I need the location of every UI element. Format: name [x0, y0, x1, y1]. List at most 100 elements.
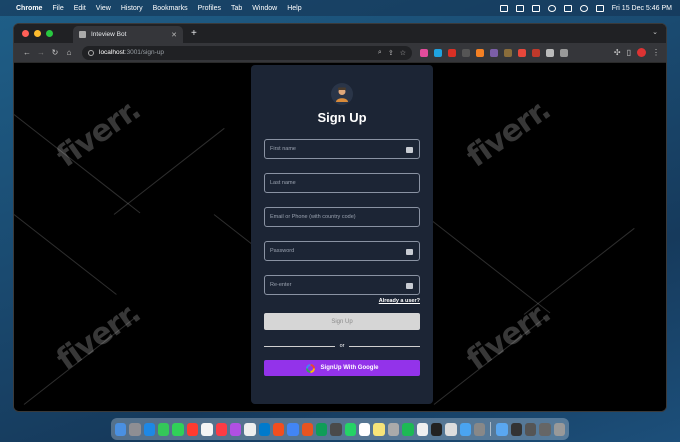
extension-icon[interactable] [560, 48, 568, 57]
calendar-icon[interactable] [186, 422, 199, 436]
downloads-folder-icon[interactable] [496, 422, 508, 436]
signup-button[interactable]: Sign Up [264, 313, 420, 330]
menu-help[interactable]: Help [287, 5, 301, 12]
back-button[interactable]: ← [20, 48, 34, 57]
email-phone-field[interactable] [264, 207, 420, 227]
side-panel-icon[interactable]: ▯ [627, 48, 631, 57]
extension-icon[interactable] [462, 48, 470, 57]
launchpad-icon[interactable] [129, 422, 141, 436]
first-name-field[interactable] [264, 139, 420, 159]
extension-icon[interactable] [434, 48, 442, 57]
browser-menu-icon[interactable]: ⋮ [652, 48, 660, 57]
maximize-window-button[interactable] [46, 30, 53, 37]
extension-icon[interactable] [490, 48, 498, 57]
control-center-icon[interactable] [595, 4, 604, 12]
recent-window-icon[interactable] [539, 422, 551, 436]
menu-window[interactable]: Window [252, 5, 277, 12]
site-info-icon[interactable] [88, 49, 94, 56]
autofill-key-icon[interactable] [406, 283, 413, 289]
app-icon[interactable] [301, 422, 314, 436]
new-tab-button[interactable]: + [191, 28, 197, 39]
browser-tab[interactable]: Inteview Bot ✕ [73, 26, 183, 43]
menu-profiles[interactable]: Profiles [198, 5, 221, 12]
spotify-icon[interactable] [402, 422, 414, 436]
reenter-password-field[interactable] [264, 275, 420, 295]
chrome-icon[interactable] [287, 422, 299, 436]
notes-icon[interactable] [244, 422, 256, 436]
app-icon[interactable] [473, 422, 486, 436]
terminal-icon[interactable] [430, 422, 443, 436]
password-field[interactable] [264, 241, 420, 261]
zoom-icon[interactable]: ⌕ [378, 49, 382, 57]
extension-icon[interactable] [448, 48, 456, 57]
already-user-link[interactable]: Already a user? [264, 298, 420, 304]
app-icon[interactable] [416, 422, 428, 436]
password-input[interactable] [270, 248, 414, 254]
menu-app-name[interactable]: Chrome [16, 5, 42, 12]
search-icon[interactable] [579, 4, 588, 12]
extension-icon[interactable] [532, 48, 540, 57]
app-icon[interactable] [316, 422, 328, 436]
menu-edit[interactable]: Edit [74, 5, 86, 12]
autofill-key-icon[interactable] [406, 147, 413, 153]
status-icon[interactable] [515, 4, 524, 12]
menubar-clock[interactable]: Fri 15 Dec 5:46 PM [612, 5, 672, 12]
figma-icon[interactable] [272, 422, 285, 436]
status-icon[interactable] [563, 4, 572, 12]
page-title: Sign Up [317, 110, 367, 125]
preview-icon[interactable] [445, 422, 457, 436]
reload-button[interactable]: ↻ [48, 48, 62, 57]
extension-icon[interactable] [546, 48, 554, 57]
extension-icon[interactable] [420, 48, 428, 57]
stickies-icon[interactable] [373, 422, 385, 436]
recent-window-icon[interactable] [510, 422, 522, 436]
podcasts-icon[interactable] [229, 422, 242, 436]
notion-icon[interactable] [359, 422, 371, 436]
wifi-icon[interactable] [547, 4, 556, 12]
extension-icon[interactable] [476, 48, 484, 57]
menu-file[interactable]: File [52, 5, 63, 12]
extension-icon[interactable] [518, 48, 526, 57]
facetime-icon[interactable] [172, 422, 184, 436]
signup-card: Sign Up Already a user? Sign Up [251, 65, 433, 404]
app-icon[interactable] [387, 422, 400, 436]
last-name-field[interactable] [264, 173, 420, 193]
reenter-password-input[interactable] [270, 282, 414, 288]
menu-view[interactable]: View [96, 5, 111, 12]
status-icon[interactable] [531, 4, 540, 12]
watermark-line [23, 317, 135, 405]
home-button[interactable]: ⌂ [62, 48, 76, 57]
music-icon[interactable] [215, 422, 227, 436]
tab-search-chevron-icon[interactable]: ⌄ [652, 28, 658, 36]
recent-window-icon[interactable] [524, 422, 537, 436]
settings-icon[interactable] [330, 422, 342, 436]
vscode-icon[interactable] [258, 422, 270, 436]
menu-bookmarks[interactable]: Bookmarks [153, 5, 188, 12]
menu-history[interactable]: History [121, 5, 143, 12]
safari-icon[interactable] [143, 422, 156, 436]
address-bar[interactable]: localhost:3001/sign-up ⌕ ⇪ ☆ [82, 45, 412, 60]
extensions-puzzle-icon[interactable]: ✣ [614, 48, 621, 57]
extension-icon[interactable] [504, 48, 512, 57]
last-name-input[interactable] [270, 180, 414, 186]
profile-avatar[interactable] [637, 48, 646, 57]
messages-icon[interactable] [158, 422, 170, 436]
app-icon[interactable] [459, 422, 471, 436]
status-icon[interactable] [499, 4, 508, 12]
share-icon[interactable]: ⇪ [388, 49, 394, 57]
close-tab-icon[interactable]: ✕ [171, 31, 177, 39]
close-window-button[interactable] [22, 30, 29, 37]
reminders-icon[interactable] [201, 422, 213, 436]
forward-button[interactable]: → [34, 48, 48, 57]
google-signup-button[interactable]: SignUp With Google [264, 360, 420, 376]
email-phone-input[interactable] [270, 214, 414, 220]
trash-icon[interactable] [553, 422, 566, 436]
autofill-key-icon[interactable] [406, 249, 413, 255]
bookmark-star-icon[interactable]: ☆ [400, 49, 406, 57]
finder-icon[interactable] [115, 422, 127, 436]
whatsapp-icon[interactable] [344, 422, 357, 436]
minimize-window-button[interactable] [34, 30, 41, 37]
browser-toolbar: ← → ↻ ⌂ localhost:3001/sign-up ⌕ ⇪ ☆ ✣ … [14, 43, 666, 63]
menu-tab[interactable]: Tab [231, 5, 242, 12]
first-name-input[interactable] [270, 146, 414, 152]
